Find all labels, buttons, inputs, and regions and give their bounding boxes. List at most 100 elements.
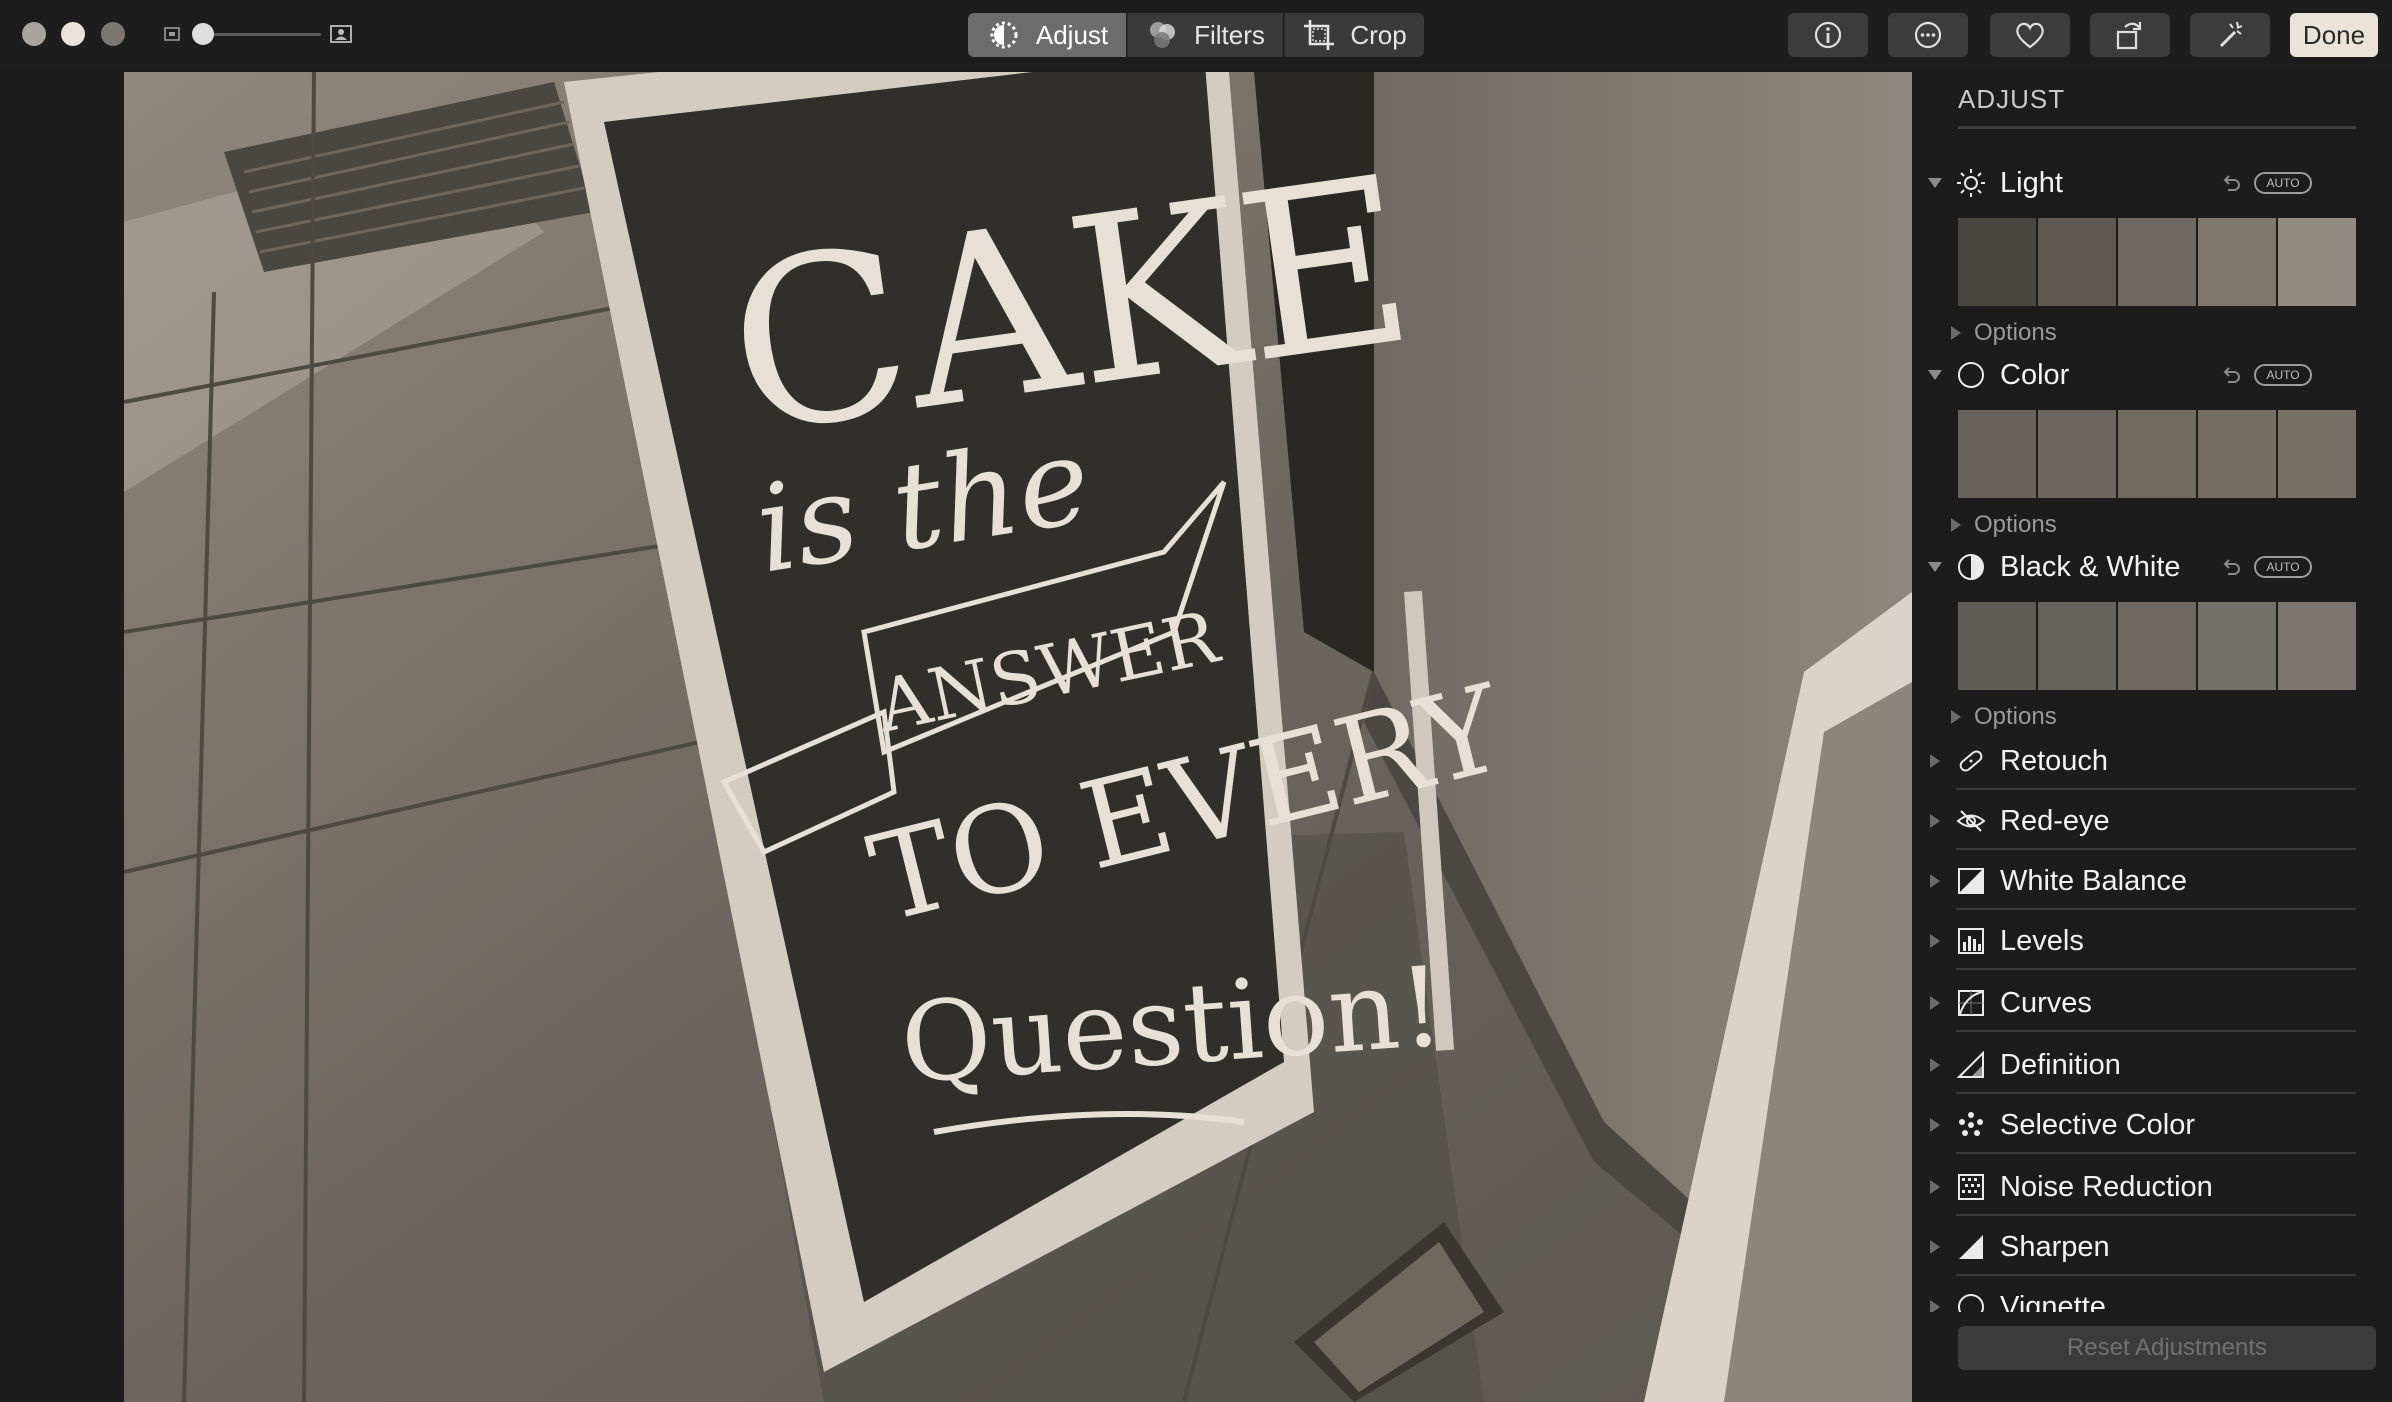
tool-noise-reduction[interactable]: Noise Reduction — [1924, 1158, 2356, 1216]
tool-label: Curves — [2000, 986, 2092, 1019]
undo-icon[interactable] — [2218, 170, 2244, 196]
close-window-button[interactable] — [22, 22, 46, 46]
disclosure-closed-icon — [1924, 810, 1946, 832]
noise-reduction-icon — [1956, 1172, 1986, 1202]
adjust-dial-icon — [986, 17, 1022, 53]
options-label: Options — [1974, 703, 2057, 730]
auto-button-color[interactable]: AUTO — [2254, 364, 2312, 386]
curves-icon — [1956, 988, 1986, 1018]
rotate-button[interactable] — [2090, 13, 2170, 57]
heart-icon — [2016, 22, 2044, 49]
zoom-out-photo-icon[interactable] — [164, 27, 180, 41]
tool-label: Retouch — [2000, 744, 2109, 777]
tool-divider — [1956, 1214, 2356, 1216]
tool-levels[interactable]: Levels — [1924, 912, 2356, 970]
preview-thumb[interactable] — [2038, 410, 2116, 498]
tool-white-balance[interactable]: White Balance — [1924, 852, 2356, 910]
section-color-header[interactable]: Color AUTO — [1924, 355, 2364, 395]
preview-thumb[interactable] — [2278, 602, 2356, 690]
done-button[interactable]: Done — [2290, 13, 2378, 57]
preview-thumb[interactable] — [2038, 602, 2116, 690]
tool-vignette[interactable]: Vignette — [1924, 1278, 2356, 1312]
section-light-header[interactable]: Light AUTO — [1924, 163, 2364, 203]
preview-thumb[interactable] — [2198, 410, 2276, 498]
minimize-window-button[interactable] — [61, 22, 85, 46]
tool-label: Levels — [2000, 924, 2084, 957]
tool-label: Sharpen — [2000, 1230, 2110, 1263]
tool-label: Red-eye — [2000, 804, 2110, 837]
options-label: Options — [1974, 511, 2057, 538]
preview-thumb[interactable] — [2118, 218, 2196, 306]
sharpen-icon — [1956, 1232, 1986, 1262]
undo-icon[interactable] — [2218, 554, 2244, 580]
section-black-white-label: Black & White — [2000, 550, 2181, 583]
disclosure-open-icon[interactable] — [1924, 172, 1946, 194]
info-icon — [1814, 21, 1842, 49]
section-black-white-header[interactable]: Black & White AUTO — [1924, 547, 2364, 587]
tool-definition[interactable]: Definition — [1924, 1036, 2356, 1094]
black-white-preview-strip[interactable] — [1958, 602, 2356, 690]
definition-icon — [1956, 1050, 1986, 1080]
zoom-slider-knob[interactable] — [192, 23, 214, 45]
auto-button-black-white[interactable]: AUTO — [2254, 556, 2312, 578]
toolbar: Adjust Filters Crop Done — [0, 0, 2392, 70]
preview-thumb[interactable] — [2118, 410, 2196, 498]
disclosure-closed-icon — [1924, 750, 1946, 772]
tool-label: Vignette — [2000, 1290, 2106, 1313]
reset-adjustments-button[interactable]: Reset Adjustments — [1958, 1326, 2376, 1370]
tool-label: Noise Reduction — [2000, 1170, 2213, 1203]
tool-sharpen[interactable]: Sharpen — [1924, 1218, 2356, 1276]
auto-enhance-button[interactable] — [2190, 13, 2270, 57]
section-light-label: Light — [2000, 166, 2063, 199]
more-button[interactable] — [1888, 13, 1968, 57]
tool-red-eye[interactable]: Red-eye — [1924, 792, 2356, 850]
color-options[interactable]: Options — [1950, 510, 2057, 540]
black-white-options[interactable]: Options — [1950, 702, 2057, 732]
color-preview-strip[interactable] — [1958, 410, 2356, 498]
preview-thumb[interactable] — [2278, 410, 2356, 498]
tool-vignette-clip: Vignette — [1924, 1278, 2356, 1312]
zoom-in-photo-icon[interactable] — [330, 25, 352, 43]
photo-canvas[interactable]: CAKE is the ANSWER TO EVERY Question! — [124, 72, 1912, 1402]
zoom-slider-track[interactable] — [205, 33, 321, 36]
light-preview-strip[interactable] — [1958, 218, 2356, 306]
undo-icon[interactable] — [2218, 362, 2244, 388]
tab-crop[interactable]: Crop — [1284, 13, 1424, 57]
preview-thumb[interactable] — [1958, 602, 2036, 690]
tab-adjust-label: Adjust — [1035, 19, 1109, 50]
tool-selective-color[interactable]: Selective Color — [1924, 1096, 2356, 1154]
sun-icon — [1956, 168, 1986, 198]
tab-filters[interactable]: Filters — [1127, 13, 1283, 57]
light-options[interactable]: Options — [1950, 318, 2057, 348]
sidebar-title-divider — [1958, 126, 2356, 129]
disclosure-closed-icon — [1951, 518, 1961, 532]
magic-wand-icon — [2219, 21, 2243, 48]
tool-label: Selective Color — [2000, 1108, 2196, 1141]
disclosure-closed-icon — [1924, 870, 1946, 892]
tab-crop-label: Crop — [1350, 19, 1407, 50]
disclosure-closed-icon — [1924, 992, 1946, 1014]
preview-thumb[interactable] — [2118, 602, 2196, 690]
preview-thumb[interactable] — [2198, 602, 2276, 690]
auto-button-light[interactable]: AUTO — [2254, 172, 2312, 194]
favorite-button[interactable] — [1990, 13, 2070, 57]
info-button[interactable] — [1788, 13, 1868, 57]
section-color-label: Color — [2000, 358, 2070, 391]
zoom-window-button[interactable] — [101, 22, 125, 46]
disclosure-closed-icon — [1924, 1176, 1946, 1198]
disclosure-open-icon[interactable] — [1924, 556, 1946, 578]
selective-color-icon — [1956, 1110, 1986, 1140]
preview-thumb[interactable] — [1958, 218, 2036, 306]
preview-thumb[interactable] — [2278, 218, 2356, 306]
preview-thumb[interactable] — [2198, 218, 2276, 306]
sidebar-title: ADJUST — [1958, 84, 2066, 114]
bandage-icon — [1956, 746, 1986, 776]
preview-thumb[interactable] — [2038, 218, 2116, 306]
disclosure-closed-icon — [1951, 326, 1961, 340]
preview-thumb[interactable] — [1958, 410, 2036, 498]
photo-image: CAKE is the ANSWER TO EVERY Question! — [124, 72, 1912, 1402]
tool-retouch[interactable]: Retouch — [1924, 732, 2356, 790]
tab-adjust[interactable]: Adjust — [968, 13, 1126, 57]
tool-curves[interactable]: Curves — [1924, 974, 2356, 1032]
disclosure-open-icon[interactable] — [1924, 364, 1946, 386]
